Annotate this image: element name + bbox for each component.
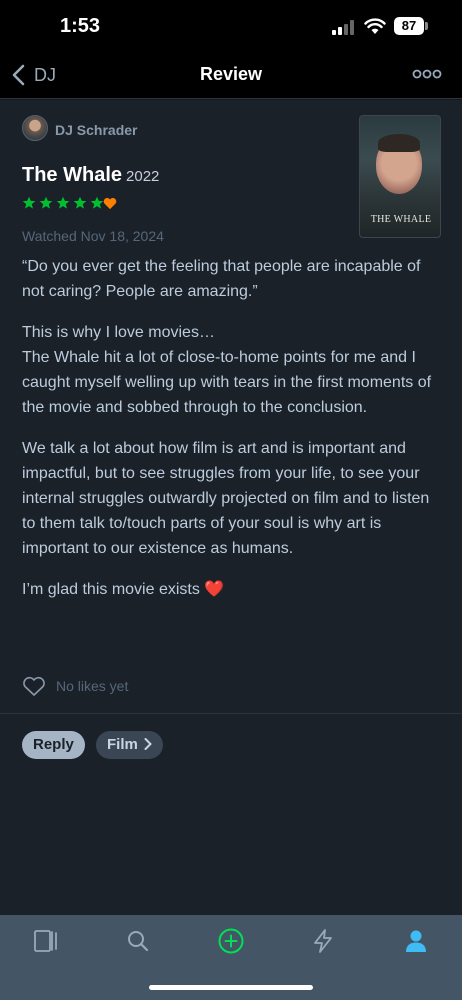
nav-header: DJ Review [0,50,462,99]
tab-profile[interactable] [402,927,430,955]
tab-search[interactable] [124,927,152,955]
reply-label: Reply [33,736,74,753]
author-name[interactable]: DJ Schrader [55,122,137,138]
review-paragraph: “Do you ever get the feeling that people… [22,258,421,300]
film-title: The Whale [22,164,123,186]
avatar[interactable] [22,115,48,141]
page-title: Review [199,64,263,84]
star-rating [22,196,104,212]
divider [0,713,462,714]
battery-indicator: 87 [394,17,424,35]
star-icon [90,196,104,209]
more-options-icon[interactable] [412,68,442,80]
battery-tip [425,22,428,30]
film-button[interactable]: Film [96,731,163,759]
star-icon [22,196,36,209]
home-indicator [149,985,313,990]
film-poster[interactable]: THE WHALE [359,115,441,238]
tab-activity[interactable] [309,927,337,955]
likes-count: No likes yet [56,678,129,694]
lightning-icon [314,929,332,953]
wifi-icon [364,18,386,34]
status-bar: 1:53 87 [0,0,462,50]
search-icon [128,931,149,952]
profile-icon [406,930,426,952]
tab-films[interactable] [32,927,60,955]
add-icon [218,928,244,954]
review-paragraph: We talk a lot about how film is art and … [22,440,430,557]
reply-button[interactable]: Reply [22,731,85,759]
chevron-right-icon [144,738,152,750]
poster-hair [378,134,420,152]
star-icon [56,196,70,209]
review-body: “Do you ever get the feeling that people… [22,254,442,618]
liked-heart-icon [103,198,117,210]
film-year: 2022 [126,168,160,185]
review-content: DJ Schrader THE WHALE The Whale 2022 Watc… [0,100,462,915]
review-paragraph: I’m glad this movie exists ❤️ [22,581,225,598]
poster-title: THE WHALE [370,214,432,225]
tab-add[interactable] [217,927,245,955]
status-time: 1:53 [60,15,101,37]
film-label: Film [107,736,138,753]
watched-date: Watched Nov 18, 2024 [22,228,164,244]
film-title-line[interactable]: The Whale 2022 [22,164,159,187]
films-icon [34,930,57,952]
star-icon [73,196,87,209]
like-heart-icon[interactable] [22,676,46,696]
likes-row[interactable]: No likes yet [22,674,128,698]
review-paragraph: This is why I love movies… The Whale hit… [22,324,432,416]
signal-icon [332,20,354,35]
star-icon [39,196,53,209]
